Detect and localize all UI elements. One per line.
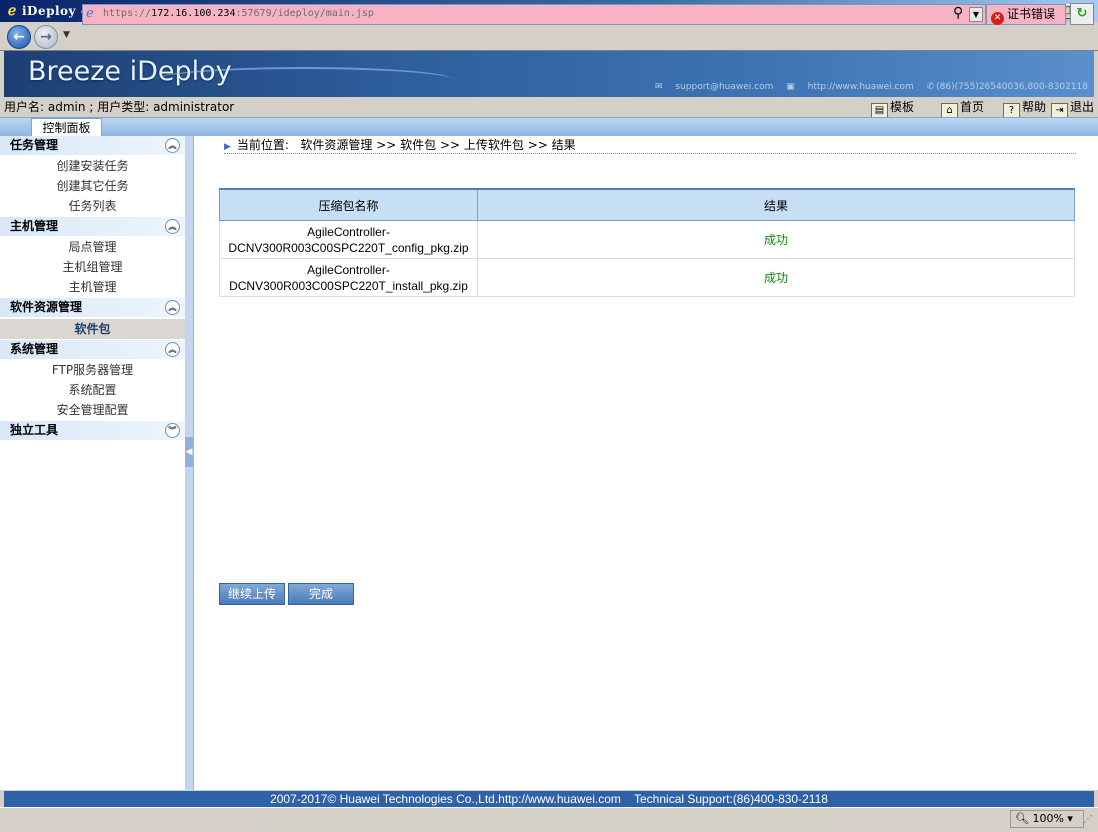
table-row: AgileController- DCNV300R003C00SPC220T_in… [219,258,1075,297]
contact-info: ✉ support@huawei.com ▣ http://www.huawei… [645,82,1088,92]
user-name: admin [47,100,86,114]
section-title: 主机管理 [10,219,59,233]
sidebar-item-host-group-management[interactable]: 主机组管理 [0,257,185,277]
url-text: https://172.16.100.234:57679/ideploy/mai… [103,8,374,19]
website-link[interactable]: http://www.huawei.com [808,82,914,92]
logo-swoosh [154,67,454,93]
browser-toolbar: ← → ▼ [0,22,1098,51]
package-name-line1: AgileController- [307,262,390,277]
zoom-control[interactable]: 🔍︎ 100% ▾ [1010,810,1084,828]
history-dropdown-icon[interactable]: ▼ [63,30,70,40]
collapse-icon[interactable]: ︽ [165,342,180,357]
tab-strip [0,117,1098,136]
cert-error-label: 证书错误 [1007,7,1056,21]
package-name-line1: AgileController- [307,224,390,239]
refresh-button[interactable]: ↻ [1070,3,1094,25]
sidebar-item-security-config[interactable]: 安全管理配置 [0,400,185,420]
sidebar-section-task-management[interactable]: 任务管理 ︽ [0,136,185,155]
sidebar-section-system-management[interactable]: 系统管理 ︽ [0,340,185,359]
app-banner: Breeze iDeploy ✉ support@huawei.com ▣ ht… [4,51,1094,97]
column-header-package-name: 压缩包名称 [219,188,478,221]
home-link[interactable]: ⌂ 首页 [941,97,984,119]
section-title: 系统管理 [10,342,59,356]
section-title: 独立工具 [10,423,59,437]
result-cell: 成功 [477,220,1075,259]
breadcrumb-arrow-icon: ▶ [224,142,231,152]
logout-link[interactable]: ⇥ 退出 [1051,97,1094,119]
page-icon: ℯ [86,6,94,21]
address-bar[interactable]: ℯ https://172.16.100.234:57679/ideploy/m… [82,4,986,25]
section-title: 任务管理 [10,138,59,152]
continue-upload-button[interactable]: 继续上传 [219,583,285,605]
package-name-cell: AgileController- DCNV300R003C00SPC220T_co… [219,220,478,259]
ie-logo-icon: ℯ [7,3,17,19]
package-name-line2: DCNV300R003C00SPC220T_install_pkg.zip [229,278,468,293]
breadcrumb: ▶ 当前位置: 软件资源管理 >> 软件包 >> 上传软件包 >> 结果 [224,137,1076,154]
sidebar-item-task-list[interactable]: 任务列表 [0,196,185,216]
collapse-sidebar-icon[interactable]: ◀ [185,437,193,467]
breadcrumb-label: 当前位置: [236,138,289,152]
address-dropdown-icon[interactable]: ▼ [969,7,983,22]
sidebar-item-ftp-server-management[interactable]: FTP服务器管理 [0,360,185,380]
package-name-line2: DCNV300R003C00SPC220T_config_pkg.zip [228,240,469,255]
table-row: AgileController- DCNV300R003C00SPC220T_co… [219,220,1075,259]
help-label: 帮助 [1022,100,1047,114]
sidebar-section-host-management[interactable]: 主机管理 ︽ [0,217,185,236]
sidebar-item-create-other-task[interactable]: 创建其它任务 [0,176,185,196]
table-header-row: 压缩包名称 结果 [219,188,1075,221]
tab-control-panel[interactable]: 控制面板 [31,118,102,138]
sidebar-item-create-install-task[interactable]: 创建安装任务 [0,156,185,176]
error-icon: ✕ [991,12,1004,25]
collapse-icon[interactable]: ︽ [165,138,180,153]
breadcrumb-path: 软件资源管理 >> 软件包 >> 上传软件包 >> 结果 [300,138,576,152]
collapse-icon[interactable]: ︽ [165,300,180,315]
sidebar-item-software-package[interactable]: 软件包 [0,319,185,339]
phone-icon: ✆ [926,82,935,92]
footer: 2007-2017© Huawei Technologies Co.,Ltd.h… [4,791,1094,807]
status-bar [0,807,1098,832]
column-header-result: 结果 [477,188,1075,221]
zoom-level: 100% [1032,812,1064,825]
collapse-icon[interactable]: ︽ [165,219,180,234]
sidebar-section-software-resources[interactable]: 软件资源管理 ︽ [0,298,185,317]
sidebar-item-system-config[interactable]: 系统配置 [0,380,185,400]
web-icon: ▣ [786,82,795,92]
template-label: 模板 [890,100,915,114]
zoom-icon: 🔍︎ [1015,812,1029,825]
package-name-cell: AgileController- DCNV300R003C00SPC220T_in… [219,258,478,297]
support-phone: (86)(755)26540036,800-8302118 [936,82,1088,92]
forward-button[interactable]: → [34,25,58,49]
user-info: 用户名: admin ; 用户类型: administrator [4,97,234,117]
sidebar-section-standalone-tools[interactable]: 独立工具 ︾ [0,421,185,440]
resize-grip-icon[interactable]: ⋰ [1083,814,1093,825]
sidebar-splitter[interactable]: ◀ [185,136,194,790]
search-icon[interactable]: ⚲ [953,5,963,21]
upload-results-table: 压缩包名称 结果 AgileController- DCNV300R003C00S… [219,188,1075,297]
done-button[interactable]: 完成 [288,583,354,605]
sidebar-item-host-management[interactable]: 主机管理 [0,277,185,297]
sidebar-item-site-management[interactable]: 局点管理 [0,237,185,257]
result-cell: 成功 [477,258,1075,297]
logout-label: 退出 [1070,100,1095,114]
user-type: administrator [153,100,235,114]
expand-icon[interactable]: ︾ [165,423,180,438]
user-type-label: 用户类型: [97,100,150,114]
section-title: 软件资源管理 [10,300,83,314]
user-bar: 用户名: admin ; 用户类型: administrator ▤ 模板 ⌂ 首页… [0,97,1098,119]
help-link[interactable]: ? 帮助 [1003,97,1046,119]
user-label: 用户名: [4,100,45,114]
back-button[interactable]: ← [7,25,31,49]
certificate-error-button[interactable]: ✕ 证书错误 [986,4,1066,25]
email-icon: ✉ [654,82,663,92]
sidebar: 任务管理 ︽ 创建安装任务 创建其它任务 任务列表 主机管理 ︽ 局点管理 主机… [0,136,186,790]
separator: ; [89,100,94,114]
home-label: 首页 [960,100,985,114]
template-link[interactable]: ▤ 模板 [871,97,914,119]
support-email[interactable]: support@huawei.com [675,82,773,92]
